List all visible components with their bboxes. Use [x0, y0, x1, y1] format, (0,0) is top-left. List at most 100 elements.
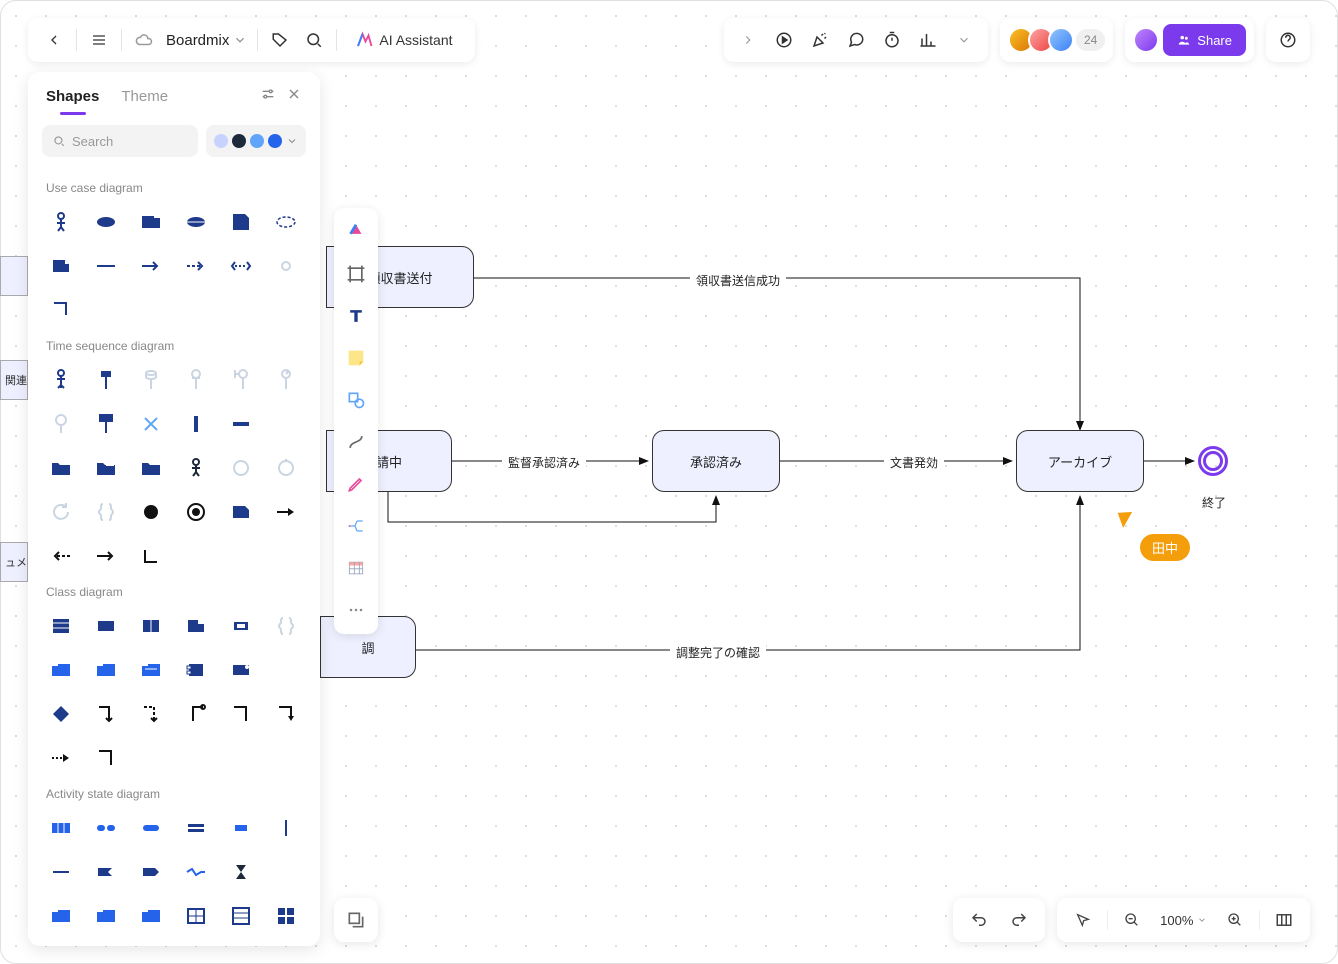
shape-pkg1[interactable] [42, 651, 80, 689]
shape-class-corner[interactable] [177, 607, 215, 645]
shape-lifeline-box[interactable] [87, 361, 125, 399]
shape-rect-s[interactable] [222, 809, 260, 847]
self-avatar[interactable] [1133, 27, 1159, 53]
comment-icon[interactable] [840, 24, 872, 56]
color-swatch[interactable] [214, 134, 228, 148]
mindmap-tool[interactable] [340, 510, 372, 542]
shape-table[interactable] [177, 897, 215, 935]
shape-braces2[interactable] [267, 607, 305, 645]
shape-zigzag[interactable] [177, 853, 215, 891]
node-end[interactable] [1198, 446, 1228, 476]
color-swatch[interactable] [232, 134, 246, 148]
shape-lifeline-db[interactable] [132, 361, 170, 399]
shape-note2[interactable] [222, 493, 260, 531]
zoom-in-button[interactable] [1219, 904, 1251, 936]
shape-destroy[interactable] [132, 405, 170, 443]
shape-list[interactable] [222, 897, 260, 935]
avatar[interactable] [1048, 27, 1074, 53]
table-tool[interactable] [340, 552, 372, 584]
doc-title[interactable]: Boardmix [162, 32, 251, 49]
text-tool[interactable] [340, 300, 372, 332]
shape-note[interactable] [222, 203, 260, 241]
shape-class-label[interactable] [222, 607, 260, 645]
shape-elbow-back[interactable] [177, 695, 215, 733]
shape-arrow-back-dashed[interactable] [42, 537, 80, 575]
shape-send[interactable] [132, 853, 170, 891]
tab-shapes[interactable]: Shapes [46, 88, 99, 105]
shape-dotted-dbl-arrow[interactable] [222, 247, 260, 285]
shape-interface[interactable] [222, 651, 260, 689]
shape-folded-note[interactable] [42, 247, 80, 285]
shape-receive[interactable] [87, 853, 125, 891]
shape-lifeline-control[interactable] [267, 361, 305, 399]
shape-lens[interactable] [177, 203, 215, 241]
redo-button[interactable] [1003, 904, 1035, 936]
shape-pkg-a[interactable] [42, 897, 80, 935]
shape-corner2[interactable] [87, 739, 125, 777]
shape-elbow-dashed[interactable] [132, 695, 170, 733]
shape-folder-dark[interactable] [132, 449, 170, 487]
more-tool[interactable] [340, 594, 372, 626]
shape-class-solid[interactable] [87, 607, 125, 645]
shape-swim[interactable] [42, 809, 80, 847]
tab-theme[interactable]: Theme [121, 88, 168, 105]
shape-hourglass[interactable] [222, 853, 260, 891]
help-icon[interactable] [1272, 24, 1304, 56]
play-icon[interactable] [768, 24, 800, 56]
cloud-icon[interactable] [128, 24, 160, 56]
shape-circle-small[interactable] [267, 247, 305, 285]
shape-found-msg[interactable] [42, 405, 80, 443]
pages-button[interactable] [334, 898, 378, 942]
minimap-button[interactable] [1268, 904, 1300, 936]
shape-grid4[interactable] [267, 897, 305, 935]
shape-pkg3[interactable] [132, 651, 170, 689]
frame-tool[interactable] [340, 258, 372, 290]
ai-assistant-button[interactable]: AI Assistant [343, 24, 464, 56]
shape-tool[interactable] [340, 384, 372, 416]
shape-class-3[interactable] [42, 607, 80, 645]
shape-pkg2[interactable] [87, 651, 125, 689]
shape-lifeline-entity[interactable] [177, 361, 215, 399]
color-tool[interactable] [340, 216, 372, 248]
shape-braces[interactable] [87, 493, 125, 531]
more-chevron-icon[interactable] [948, 24, 980, 56]
shape-vbar[interactable] [267, 809, 305, 847]
timer-icon[interactable] [876, 24, 908, 56]
shape-dashed-ellipse[interactable] [267, 203, 305, 241]
confetti-icon[interactable] [804, 24, 836, 56]
shape-lifeline-boundary[interactable] [222, 361, 260, 399]
node-approved[interactable]: 承認済み [652, 430, 780, 492]
shape-solid-circle[interactable] [132, 493, 170, 531]
shape-bar-h[interactable] [222, 405, 260, 443]
menu-button[interactable] [83, 24, 115, 56]
shape-empty3[interactable] [267, 853, 305, 891]
shape-pkg-c[interactable] [132, 897, 170, 935]
shape-container[interactable] [132, 203, 170, 241]
pen-tool[interactable] [340, 468, 372, 500]
shape-dashed-arrow2[interactable] [42, 739, 80, 777]
shape-hbar[interactable] [42, 853, 80, 891]
shape-pkg-b[interactable] [87, 897, 125, 935]
shape-glasses[interactable] [87, 809, 125, 847]
shape-circle-outline2[interactable] [267, 449, 305, 487]
close-icon[interactable] [286, 86, 302, 107]
zoom-value[interactable]: 100% [1156, 913, 1211, 928]
search-icon[interactable] [298, 24, 330, 56]
color-swatch[interactable] [250, 134, 264, 148]
pointer-tool[interactable] [1067, 904, 1099, 936]
node-archive[interactable]: アーカイブ [1016, 430, 1144, 492]
shape-empty2[interactable] [267, 651, 305, 689]
shape-bar-v[interactable] [177, 405, 215, 443]
shape-folder[interactable] [42, 449, 80, 487]
shape-arrow-right[interactable] [87, 537, 125, 575]
shape-line[interactable] [87, 247, 125, 285]
shape-actor-small[interactable] [177, 449, 215, 487]
search-input[interactable]: Search [42, 125, 198, 157]
undo-button[interactable] [963, 904, 995, 936]
shape-elbow-arrow[interactable] [267, 695, 305, 733]
chevron-right-icon[interactable] [732, 24, 764, 56]
shape-elbow2[interactable] [222, 695, 260, 733]
shape-dashed-arrow[interactable] [177, 247, 215, 285]
shape-component[interactable] [177, 651, 215, 689]
connector-tool[interactable] [340, 426, 372, 458]
